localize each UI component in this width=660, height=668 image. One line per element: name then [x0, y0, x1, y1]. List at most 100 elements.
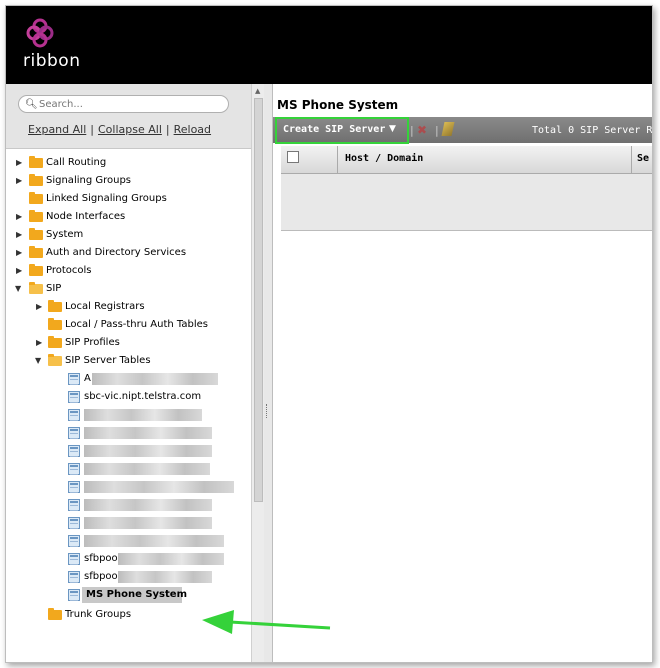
table-icon: [68, 391, 80, 403]
table-icon: [68, 481, 80, 493]
pane-splitter[interactable]: [264, 84, 273, 662]
reload-link[interactable]: Reload: [174, 123, 211, 136]
collapse-arrow-icon[interactable]: ▼: [15, 280, 21, 298]
redacted-label: [84, 427, 212, 439]
tree-item-label: SIP Profiles: [65, 337, 120, 348]
tree-item-protocols[interactable]: ▶ Protocols: [6, 262, 251, 280]
tree-item-local-passthru[interactable]: Local / Pass-thru Auth Tables: [6, 316, 251, 334]
delete-icon[interactable]: ✖: [417, 123, 427, 137]
sip-server-table-item[interactable]: [6, 496, 251, 514]
expand-arrow-icon[interactable]: ▶: [16, 172, 22, 190]
sip-server-table-item[interactable]: sbc-vic.nipt.telstra.com: [6, 388, 251, 406]
sip-server-table-item[interactable]: sfbpoo: [6, 568, 251, 586]
sip-server-table-item[interactable]: [6, 478, 251, 496]
expand-arrow-icon[interactable]: ▶: [16, 262, 22, 280]
collapse-all-link[interactable]: Collapse All: [98, 123, 162, 136]
toolbar-separator: |: [435, 124, 439, 137]
tree-item-sip-server-tables[interactable]: ▼ SIP Server Tables: [6, 352, 251, 370]
folder-icon: [29, 264, 43, 276]
tree-item-local-registrars[interactable]: ▶ Local Registrars: [6, 298, 251, 316]
table-icon: [68, 463, 80, 475]
tree-item-label: sfbpoo: [84, 571, 118, 582]
expand-all-link[interactable]: Expand All: [28, 123, 86, 136]
tree-actions: Expand All | Collapse All | Reload: [28, 123, 211, 136]
tree-item-system[interactable]: ▶ System: [6, 226, 251, 244]
expand-arrow-icon[interactable]: ▶: [16, 208, 22, 226]
redacted-label: [84, 499, 212, 511]
table-toolbar: Create SIP Server ▼ | ✖ | Total 0 SIP Se…: [273, 117, 653, 144]
redacted-label: [118, 571, 212, 583]
expand-arrow-icon[interactable]: ▶: [16, 154, 22, 172]
column-divider[interactable]: [631, 146, 632, 173]
sip-server-table-item[interactable]: sfbpoo: [6, 550, 251, 568]
select-all-checkbox[interactable]: [287, 151, 299, 163]
scrollbar-thumb[interactable]: [254, 98, 263, 502]
sip-server-table-item-selected[interactable]: MS Phone System: [6, 586, 251, 604]
app-header: ribbon: [6, 6, 652, 84]
folder-icon: [29, 192, 43, 204]
page-title: MS Phone System: [277, 98, 399, 112]
redacted-label: [84, 463, 210, 475]
sip-server-table-item[interactable]: [6, 424, 251, 442]
column-header-host-domain[interactable]: Host / Domain: [345, 153, 423, 164]
redacted-label: [118, 553, 224, 565]
folder-icon: [29, 210, 43, 222]
tree-item-call-routing[interactable]: ▶ Call Routing: [6, 154, 251, 172]
table-icon: [68, 589, 80, 601]
navigation-sidebar: 🔍︎ Expand All|Collapse All|Reload ▶ Call…: [6, 84, 264, 662]
ribbon-logo-icon: [26, 18, 54, 48]
collapse-arrow-icon[interactable]: ▼: [35, 352, 41, 370]
splitter-grip-icon[interactable]: [266, 404, 270, 418]
sip-server-table-item[interactable]: [6, 532, 251, 550]
folder-icon: [29, 156, 43, 168]
sip-server-table-item[interactable]: [6, 460, 251, 478]
redacted-label: [92, 373, 218, 385]
edit-icon[interactable]: [441, 122, 455, 136]
sip-server-table-item[interactable]: [6, 406, 251, 424]
tree-item-label: Auth and Directory Services: [46, 247, 187, 258]
folder-icon: [48, 318, 62, 330]
logo-text: ribbon: [23, 51, 81, 71]
tree-item-node-interfaces[interactable]: ▶ Node Interfaces: [6, 208, 251, 226]
table-icon: [68, 553, 80, 565]
tree-item-label: MS Phone System: [86, 589, 187, 600]
tree-item-label: Call Routing: [46, 157, 107, 168]
expand-arrow-icon[interactable]: ▶: [16, 244, 22, 262]
search-box: 🔍︎: [18, 95, 229, 113]
sidebar-scrollbar[interactable]: ▲: [251, 84, 264, 662]
folder-open-icon: [48, 354, 62, 366]
tree-item-signaling-groups[interactable]: ▶ Signaling Groups: [6, 172, 251, 190]
search-icon: 🔍︎: [25, 99, 38, 110]
main-panel: MS Phone System Create SIP Server ▼ | ✖ …: [273, 84, 652, 662]
tree-item-label: sfbpoo: [84, 553, 118, 564]
separator: |: [90, 123, 94, 136]
column-header-se[interactable]: Se: [637, 153, 649, 164]
table-icon: [68, 571, 80, 583]
tree-item-label: Linked Signaling Groups: [46, 193, 167, 204]
tree-item-label: Trunk Groups: [65, 609, 132, 620]
tree-item-sip-profiles[interactable]: ▶ SIP Profiles: [6, 334, 251, 352]
sip-server-table: Host / Domain Se: [281, 146, 652, 231]
expand-arrow-icon[interactable]: ▶: [16, 226, 22, 244]
sip-server-table-item[interactable]: [6, 442, 251, 460]
scroll-up-arrow-icon[interactable]: ▲: [255, 87, 260, 95]
folder-icon: [48, 336, 62, 348]
table-icon: [68, 445, 80, 457]
column-divider[interactable]: [337, 146, 338, 173]
expand-arrow-icon[interactable]: ▶: [36, 298, 42, 316]
folder-icon: [29, 246, 43, 258]
tree-item-sip[interactable]: ▼ SIP: [6, 280, 251, 298]
tree-item-auth-directory[interactable]: ▶ Auth and Directory Services: [6, 244, 251, 262]
table-icon: [68, 427, 80, 439]
redacted-label: [84, 445, 212, 457]
table-icon: [68, 499, 80, 511]
expand-arrow-icon[interactable]: ▶: [36, 334, 42, 352]
sip-server-table-item[interactable]: A: [6, 370, 251, 388]
sip-server-table-item[interactable]: [6, 514, 251, 532]
tree-item-label: SIP: [46, 283, 62, 294]
total-count-label: Total 0 SIP Server R: [532, 125, 653, 136]
search-input[interactable]: [39, 97, 219, 111]
redacted-label: [84, 409, 202, 421]
tree-item-label: A: [84, 373, 91, 384]
tree-item-linked-signaling-groups[interactable]: Linked Signaling Groups: [6, 190, 251, 208]
